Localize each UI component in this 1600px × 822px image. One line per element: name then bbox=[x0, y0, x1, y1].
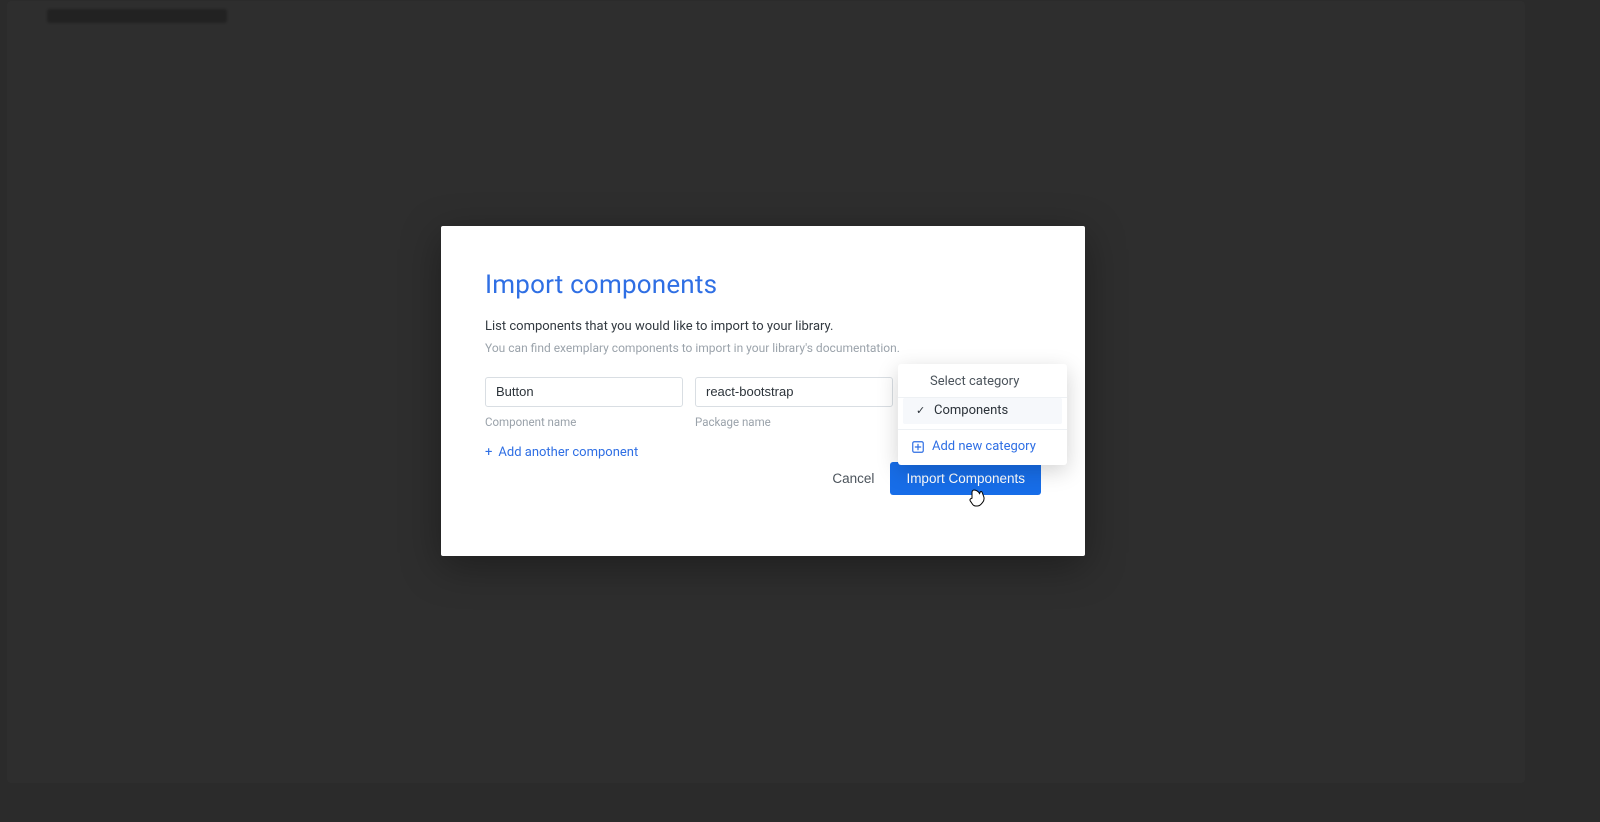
field-component-name: Component name bbox=[485, 377, 683, 429]
titlebar-placeholder bbox=[47, 9, 227, 23]
modal-buttons: Cancel Import Components bbox=[832, 462, 1041, 495]
component-name-label: Component name bbox=[485, 415, 683, 429]
check-icon: ✓ bbox=[916, 404, 926, 417]
modal-title: Import components bbox=[485, 270, 1041, 300]
category-dropdown-header: Select category bbox=[898, 364, 1067, 398]
add-new-category-link[interactable]: Add new category bbox=[898, 429, 1067, 465]
package-name-input[interactable] bbox=[695, 377, 893, 407]
add-another-component-label: Add another component bbox=[498, 445, 638, 460]
category-option-components[interactable]: ✓ Components bbox=[903, 398, 1062, 424]
field-package-name: Package name bbox=[695, 377, 893, 429]
plus-icon: + bbox=[485, 446, 492, 459]
category-option-label: Components bbox=[934, 403, 1008, 418]
plus-square-icon bbox=[912, 441, 924, 453]
add-new-category-label: Add new category bbox=[932, 439, 1036, 454]
cancel-button[interactable]: Cancel bbox=[832, 471, 874, 486]
category-dropdown: Select category ✓ Components Add new cat… bbox=[898, 364, 1067, 465]
modal-description-primary: List components that you would like to i… bbox=[485, 318, 1041, 337]
package-name-label: Package name bbox=[695, 415, 893, 429]
modal-description-secondary: You can find exemplary components to imp… bbox=[485, 339, 1041, 357]
import-components-button[interactable]: Import Components bbox=[890, 462, 1041, 495]
component-name-input[interactable] bbox=[485, 377, 683, 407]
add-another-component-link[interactable]: + Add another component bbox=[485, 445, 638, 460]
